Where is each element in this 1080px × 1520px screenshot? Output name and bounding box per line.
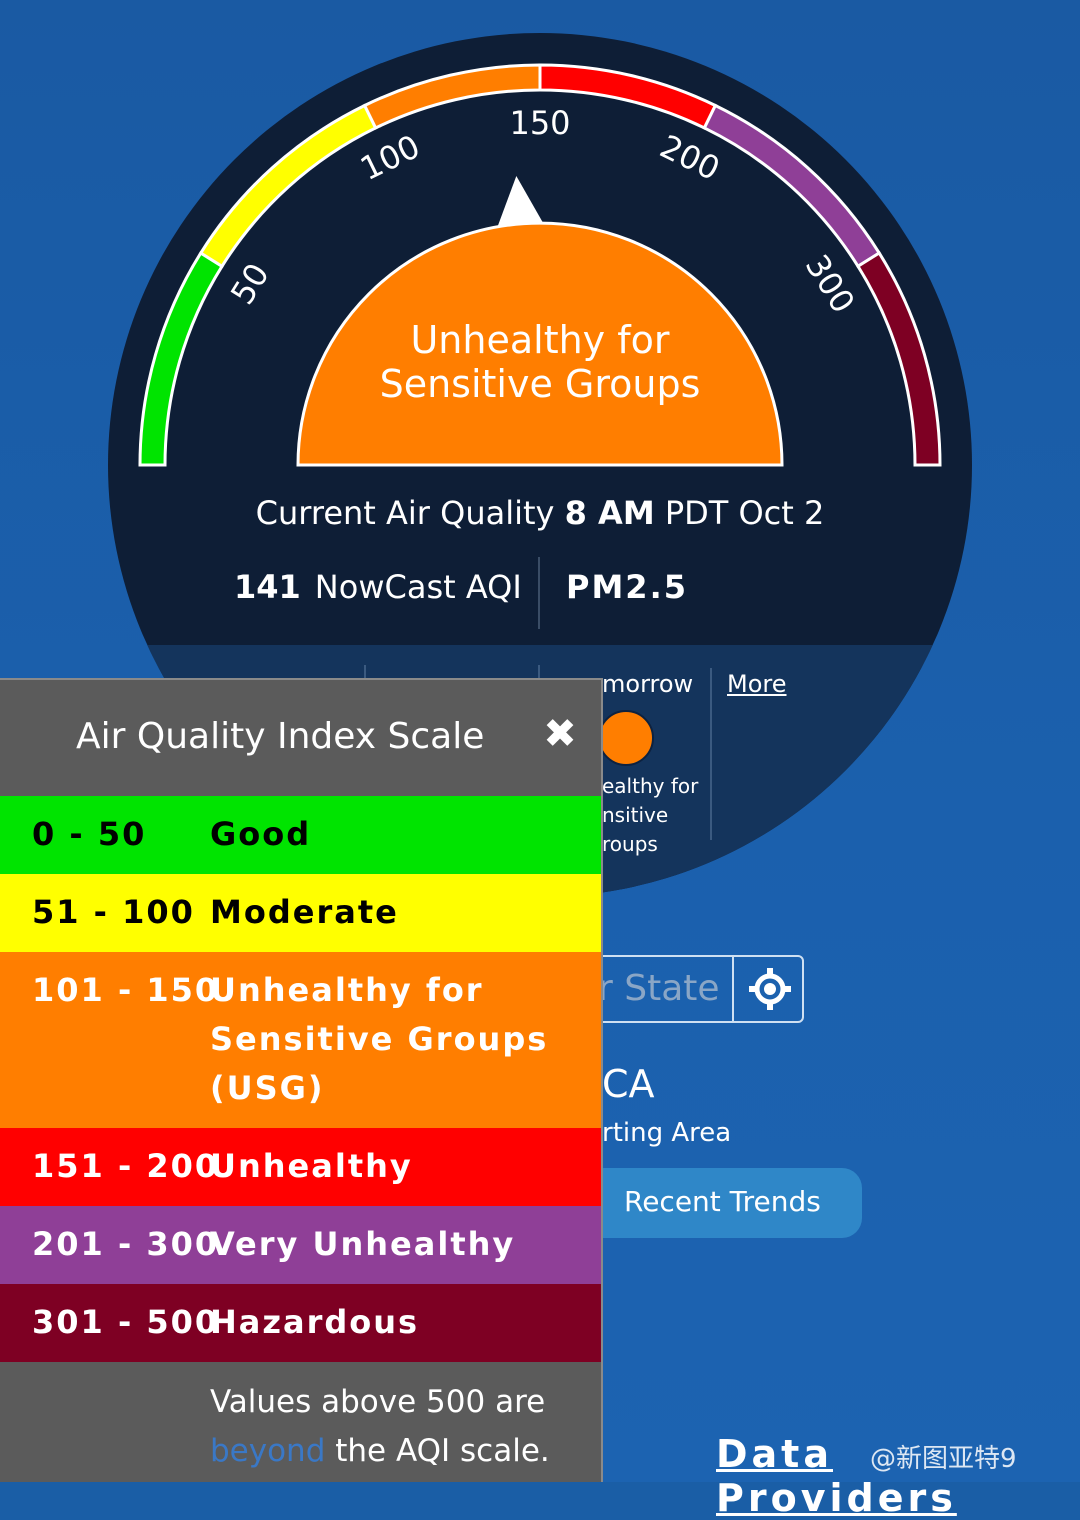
crosshair-icon [749,968,791,1010]
current-air-quality: Current Air Quality 8 AM PDT Oct 2 [150,494,930,532]
aqi-range: 0 - 50 [32,815,147,853]
close-icon[interactable]: ✖ [540,714,580,754]
tomorrow-aqi-dot [598,710,654,766]
aqi-scale-row: 0 - 50 Good [0,796,601,874]
aqi-label: NowCast AQI [314,568,522,606]
note-line-2-rest: the AQI scale. [325,1433,550,1469]
aqi-scale-row: 201 - 300 Very Unhealthy [0,1206,601,1284]
aqi-scale-row: 301 - 500 Hazardous [0,1284,601,1362]
locate-button[interactable] [732,955,804,1023]
aqi-category-line: Sensitive Groups [210,1020,549,1058]
recent-trends-button[interactable]: Recent Trends [560,1168,862,1238]
tomorrow-category-line: nsitive [602,803,669,827]
tomorrow-category-line: ealthy for [602,774,699,798]
aqi-category-line: Moderate [210,893,399,931]
aqi-scale-row: 101 - 150 Unhealthy for Sensitive Groups (U… [0,952,601,1128]
aqi-value: 141 [234,568,301,606]
aqi-category-line: Very Unhealthy [210,1225,516,1263]
current-category: Unhealthy for Sensitive Groups [330,318,750,406]
watermark: @新图亚特9 [870,1444,1017,1474]
tomorrow-category: ealthy for nsitive roups [602,772,698,859]
note-line-2: beyond the AQI scale. [210,1427,550,1476]
tab-tomorrow[interactable]: morrow [602,670,693,698]
aqi-category: Good [210,810,311,859]
aqi-category-line: Unhealthy [210,1147,413,1185]
aqi-range: 51 - 100 [32,893,195,931]
aqi-category-line: Good [210,815,312,853]
aqi-category: Moderate [210,888,399,937]
current-suffix: PDT Oct 2 [664,494,825,532]
aqi-category: Unhealthy [210,1142,413,1191]
modal-title: Air Quality Index Scale [76,716,485,757]
more-link[interactable]: More [727,670,787,698]
stats-divider [538,557,540,629]
aqi-range: 301 - 500 [32,1303,220,1341]
beyond-link[interactable]: beyond [210,1433,325,1469]
aqi-category-line: Hazardous [210,1303,420,1341]
aqi-range: 101 - 150 [32,971,220,1009]
note-line-1: Values above 500 are [210,1384,546,1420]
current-time: 8 AM [564,494,655,532]
aqi-category-line: (USG) [210,1069,325,1107]
pollutant: PM2.5 [566,568,688,606]
category-line-1: Unhealthy for [410,318,670,362]
modal-note: Values above 500 are beyond the AQI scal… [210,1378,550,1476]
aqi-scale-row: 51 - 100 Moderate [0,874,601,952]
aqi-range: 201 - 300 [32,1225,220,1263]
current-prefix: Current Air Quality [255,494,555,532]
tomorrow-category-line: roups [602,832,658,856]
city-name: CA [602,1062,655,1106]
aqi-range: 151 - 200 [32,1147,220,1185]
nowcast-aqi: 141 NowCast AQI [234,568,522,606]
gauge-tick-label: 150 [509,104,570,142]
aqi-category: Very Unhealthy [210,1220,515,1269]
tab-separator [710,668,712,840]
category-line-2: Sensitive Groups [379,362,701,406]
aqi-category: Unhealthy for Sensitive Groups (USG) [210,966,548,1113]
aqi-scale-row: 151 - 200 Unhealthy [0,1128,601,1206]
reporting-area: rting Area [602,1118,732,1148]
aqi-category-line: Unhealthy for [210,971,484,1009]
aqi-category: Hazardous [210,1298,419,1347]
search-placeholder: r State [598,968,720,1009]
